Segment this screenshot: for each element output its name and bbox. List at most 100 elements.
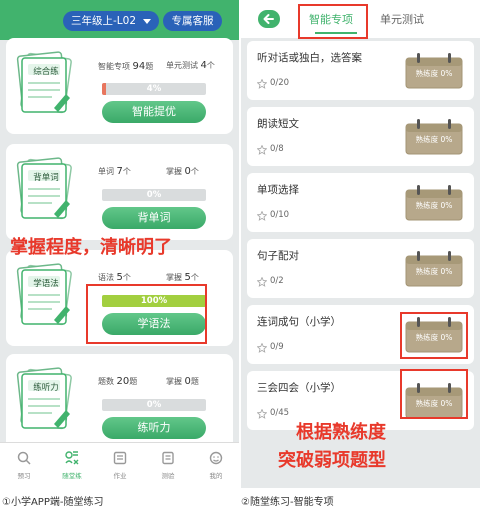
mastery-progress-text: 0% [146, 190, 162, 200]
mastery-progress-bar: 4% [102, 83, 206, 95]
stat-1-unit: 个 [122, 273, 131, 282]
topic-item[interactable]: 朗读短文 0/8 熟练度 0% [247, 107, 474, 166]
practice-card: 练听力 题数 20题 掌握 0题 0% 练听力 [6, 354, 233, 450]
topic-count: 0/10 [270, 210, 290, 220]
worksheet-icon [16, 263, 72, 326]
card-action-button[interactable]: 背单词 [102, 207, 206, 229]
mastery-callout: 掌握程度，清晰明了 [10, 237, 172, 258]
mastery-progress-bar: 0% [102, 399, 206, 411]
tab-quiz[interactable]: 测验 [144, 443, 192, 488]
quiz-icon [162, 451, 174, 465]
topic-item[interactable]: 听对话或独白，选答案 0/20 熟练度 0% [247, 41, 474, 100]
stat-2-label: 单元测试 [166, 61, 198, 70]
tab-search[interactable]: 预习 [0, 443, 48, 488]
badge-highlight-box-1 [400, 312, 468, 359]
topic-count: 0/8 [270, 144, 284, 154]
proficiency-badge: 熟练度 0% [415, 135, 453, 144]
arrow-left-icon [263, 14, 274, 24]
active-tab-highlight-box [298, 4, 368, 39]
stat-2: 掌握 0题 [166, 376, 199, 387]
stat-2-unit: 个 [190, 167, 199, 176]
stat-2: 掌握 0个 [166, 166, 199, 177]
worksheet-icon [16, 51, 72, 114]
topic-title: 听对话或独白，选答案 [257, 52, 362, 64]
card-illus-label: 学语法 [33, 279, 59, 289]
star-icon [257, 79, 267, 89]
proficiency-badge: 熟练度 0% [415, 69, 453, 78]
stat-1-unit: 题 [129, 377, 138, 386]
stat-1-unit: 个 [122, 167, 131, 176]
homework-icon [113, 451, 127, 465]
stat-1: 语法 5个 [98, 272, 131, 283]
worksheet-icon [16, 157, 72, 220]
stat-2-unit: 题 [190, 377, 199, 386]
stat-1: 单词 7个 [98, 166, 131, 177]
topic-title: 单项选择 [257, 184, 299, 196]
stat-2: 单元测试 4个 [166, 60, 215, 71]
stat-1-label: 智能专项 [98, 62, 130, 71]
card-action-button[interactable]: 练听力 [102, 417, 206, 439]
practice-screen: 三年级上-L02 专属客服 综合练 智能专项 94题 单元测试 4个 4% 智能… [0, 0, 239, 488]
card-illus-label: 练听力 [33, 383, 59, 393]
smart-topics-screen: 智能专项 单元测试 听对话或独白，选答案 0/20 熟练度 0% 朗读短文 0/… [241, 0, 480, 488]
practice-header: 三年级上-L02 专属客服 [0, 0, 239, 40]
topic-title: 连词成句（小学） [257, 316, 341, 328]
topic-item[interactable]: 句子配对 0/2 熟练度 0% [247, 239, 474, 298]
grade-selector-label: 三年级上-L02 [71, 15, 136, 27]
stat-2-unit: 个 [206, 61, 215, 70]
topic-count: 0/2 [270, 276, 284, 286]
topic-count: 0/20 [270, 78, 290, 88]
chevron-down-icon [143, 19, 151, 24]
search-icon [17, 451, 31, 465]
mastery-progress-text: 4% [146, 84, 162, 94]
topic-item[interactable]: 单项选择 0/10 熟练度 0% [247, 173, 474, 232]
star-icon [257, 277, 267, 287]
card-illus-label: 综合练 [33, 67, 59, 77]
topic-title: 三会四会（小学） [257, 382, 341, 394]
bottom-tab-bar: 预习 随堂练 作业 测验 我的 [0, 442, 239, 488]
tab-label: 预习 [17, 472, 31, 480]
stat-1-value: 94 [132, 61, 146, 72]
tab-class-practice[interactable]: 随堂练 [48, 443, 96, 488]
stat-1: 题数 20题 [98, 376, 137, 387]
worksheet-icon [16, 367, 72, 430]
mastery-progress-text: 0% [146, 400, 162, 410]
topic-title: 朗读短文 [257, 118, 299, 130]
practice-card: 背单词 单词 7个 掌握 0个 0% 背单词 [6, 144, 233, 240]
tab-unit-test[interactable]: 单元测试 [380, 11, 424, 27]
stat-1-label: 语法 [98, 273, 114, 282]
tab-label: 测验 [161, 472, 175, 480]
card-action-button[interactable]: 智能提优 [102, 101, 206, 123]
topic-count: 0/45 [270, 408, 290, 418]
weakness-callout-line2: 突破弱项题型 [278, 450, 386, 471]
tab-label: 作业 [113, 472, 127, 480]
proficiency-badge: 熟练度 0% [415, 267, 453, 276]
service-button[interactable]: 专属客服 [163, 11, 222, 31]
practice-card: 综合练 智能专项 94题 单元测试 4个 4% 智能提优 [6, 38, 233, 134]
stat-2-label: 掌握 [166, 167, 182, 176]
grammar-highlight-box [86, 284, 207, 344]
class-practice-icon [65, 451, 79, 465]
stat-1-label: 题数 [98, 377, 114, 386]
card-illus-label: 背单词 [33, 173, 59, 183]
stat-2-label: 掌握 [166, 273, 182, 282]
star-icon [257, 145, 267, 155]
star-icon [257, 343, 267, 353]
proficiency-badge: 熟练度 0% [415, 201, 453, 210]
tab-homework[interactable]: 作业 [96, 443, 144, 488]
topic-title: 句子配对 [257, 250, 299, 262]
weakness-callout-line1: 根据熟练度 [296, 422, 386, 443]
stat-2: 掌握 5个 [166, 272, 199, 283]
weakness-callout: 根据熟练度 突破弱项题型 [278, 419, 478, 475]
tab-label: 随堂练 [62, 472, 82, 480]
mastery-progress-bar: 0% [102, 189, 206, 201]
stat-1-unit: 题 [145, 62, 154, 71]
stat-1-value: 20 [116, 376, 130, 387]
stat-2-unit: 个 [190, 273, 199, 282]
tab-profile[interactable]: 我的 [192, 443, 239, 488]
stat-2-label: 掌握 [166, 377, 182, 386]
tab-label: 我的 [209, 472, 223, 480]
grade-selector[interactable]: 三年级上-L02 [63, 11, 159, 31]
profile-icon [209, 451, 223, 465]
back-button[interactable] [258, 10, 280, 28]
